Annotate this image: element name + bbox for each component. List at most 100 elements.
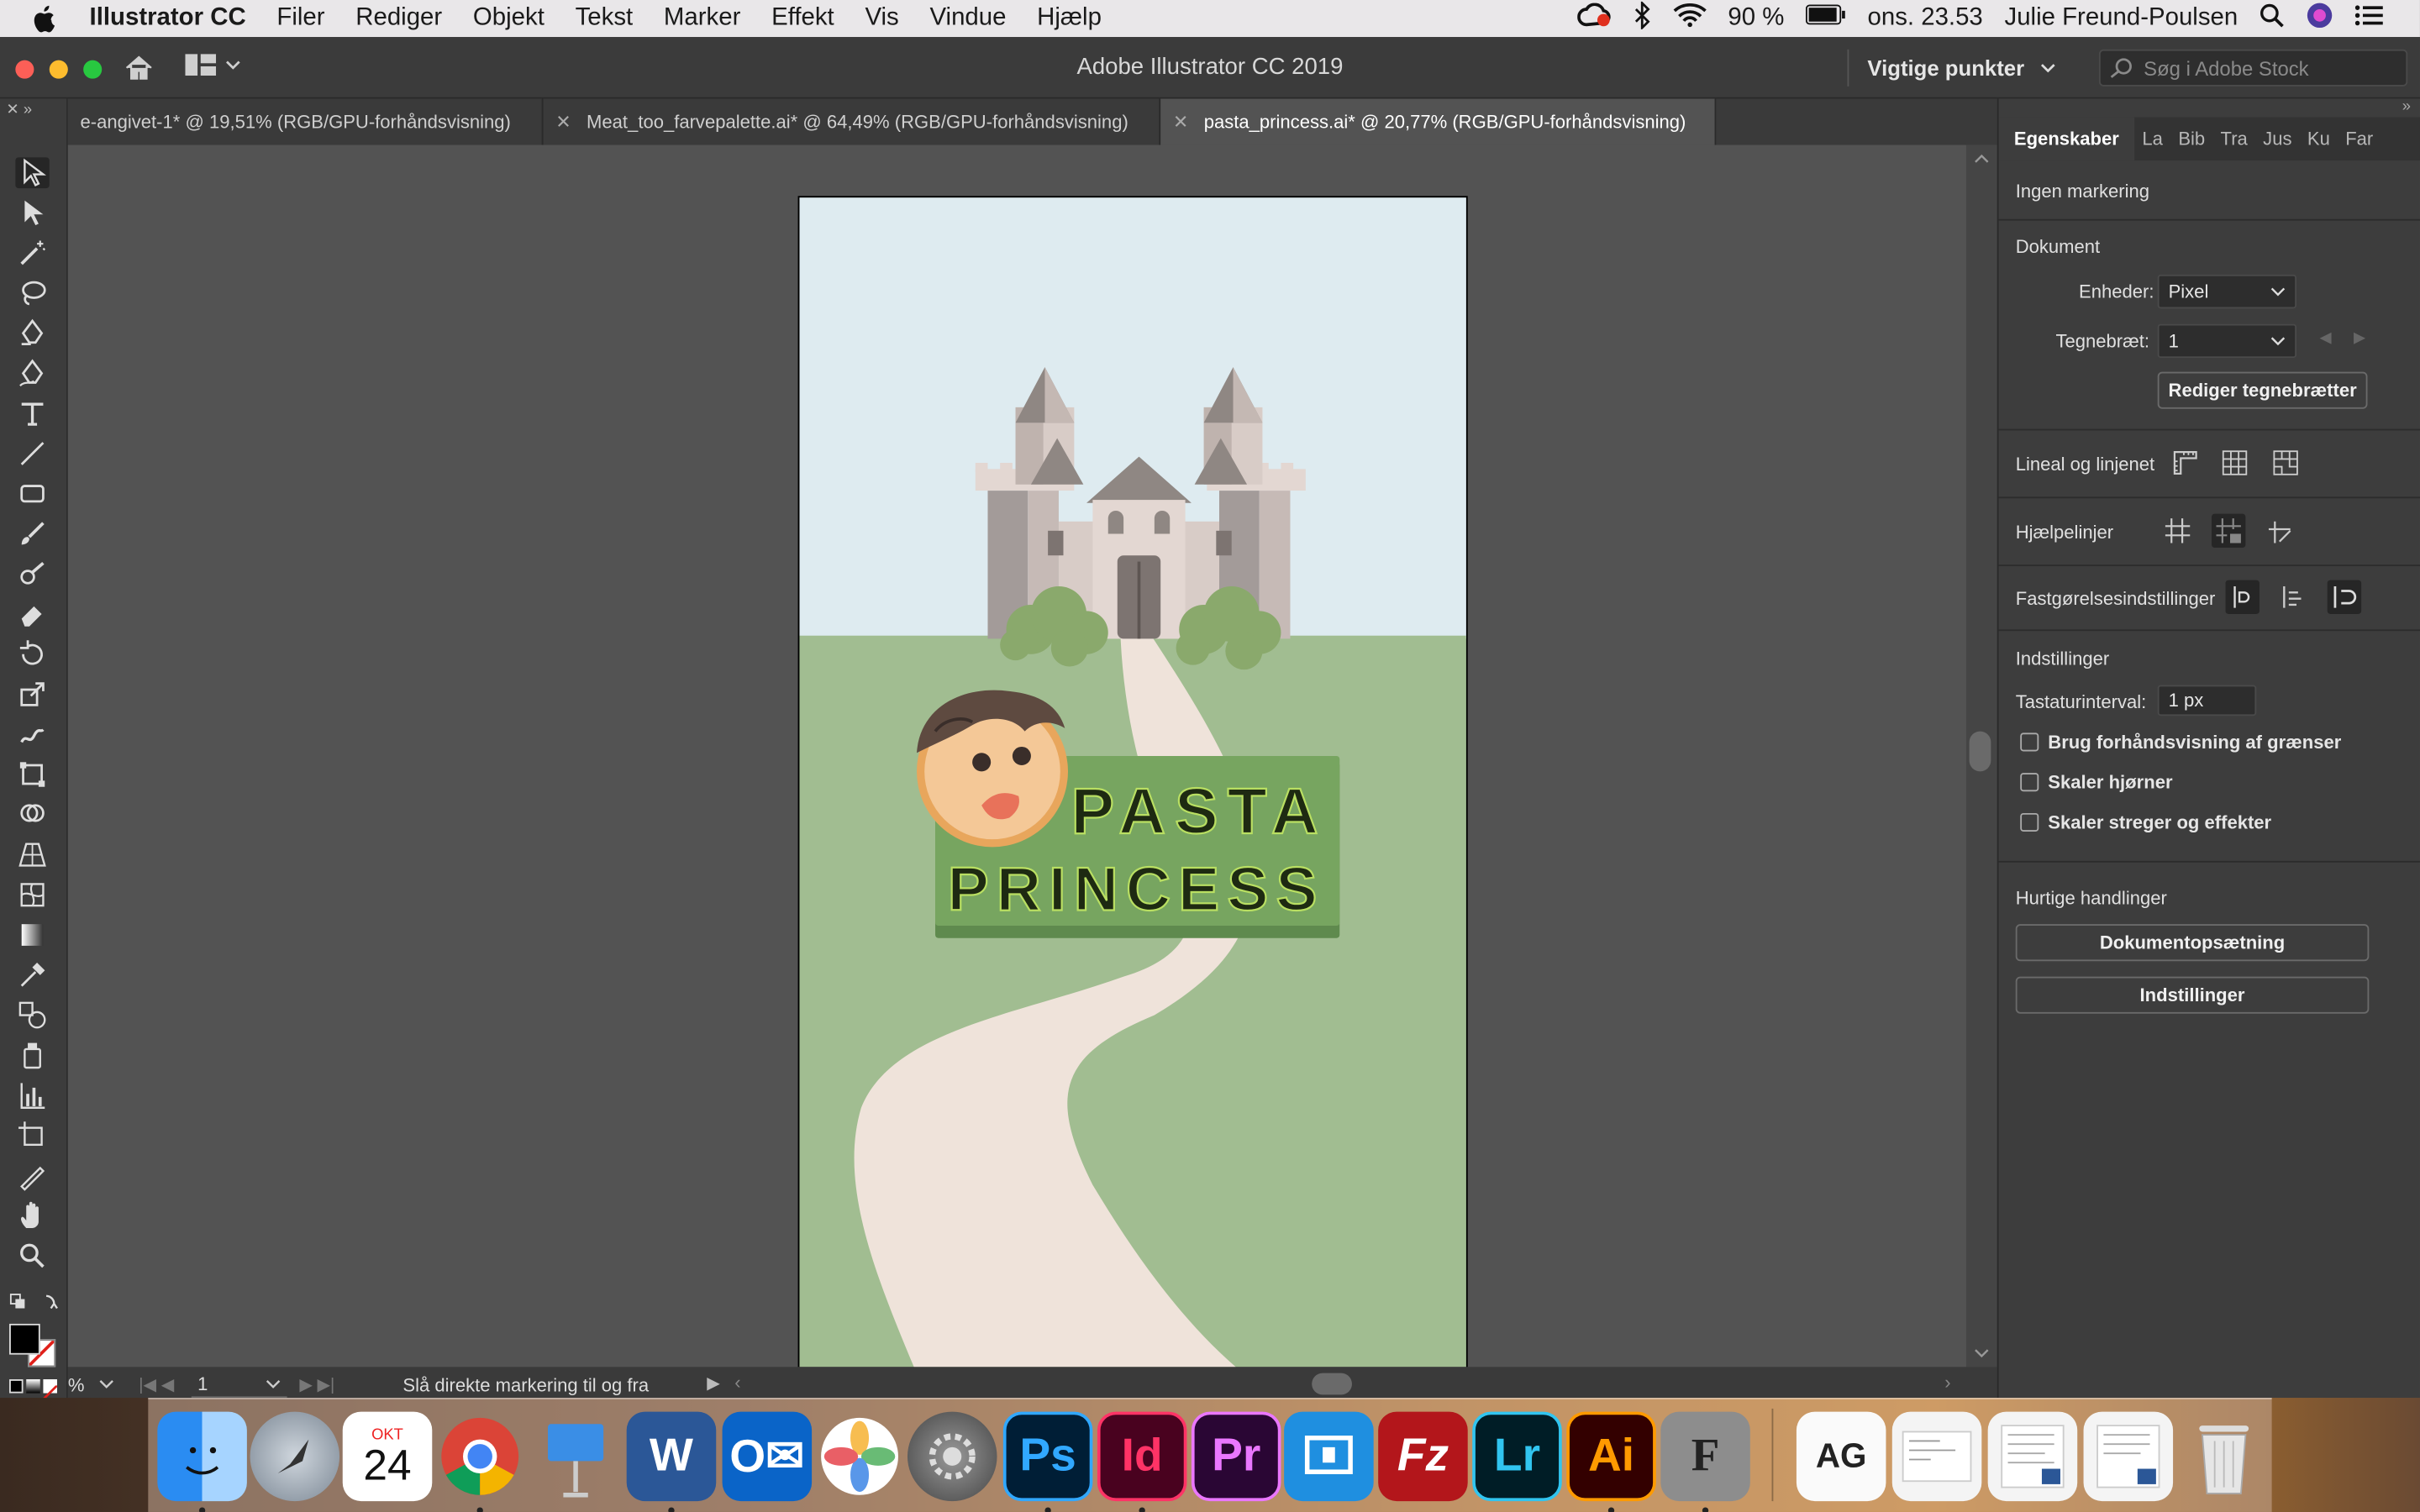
siri-icon[interactable] bbox=[2306, 1, 2333, 36]
type-tool-icon[interactable] bbox=[15, 398, 49, 429]
vertical-scroll-thumb[interactable] bbox=[1969, 731, 1991, 772]
tab-pasta-princess[interactable]: ✕ pasta_princess.ai* @ 20,77% (RGB/GPU-f… bbox=[1160, 98, 1717, 145]
color-mode-icons[interactable] bbox=[9, 1379, 59, 1400]
menu-hjaelp[interactable]: Hjælp bbox=[1037, 5, 1102, 33]
first-artboard-icon[interactable]: |◀ ◀ bbox=[139, 1374, 174, 1394]
close-tab-icon[interactable]: ✕ bbox=[1173, 111, 1188, 133]
shaper-tool-icon[interactable] bbox=[15, 559, 49, 590]
photos-icon[interactable] bbox=[815, 1412, 905, 1502]
mesh-tool-icon[interactable] bbox=[15, 879, 49, 911]
lasso-tool-icon[interactable] bbox=[15, 278, 49, 309]
collapse-panel-icon[interactable]: ✕ » bbox=[6, 102, 32, 118]
warp-tool-icon[interactable] bbox=[15, 719, 49, 750]
gradient-tool-icon[interactable] bbox=[15, 920, 49, 951]
outlook-icon[interactable]: O✉ bbox=[722, 1411, 813, 1502]
menu-rediger[interactable]: Rediger bbox=[355, 5, 442, 33]
tab-lag[interactable]: La bbox=[2134, 128, 2170, 150]
snap-to-pixel-icon[interactable] bbox=[2276, 580, 2310, 614]
rotate-tool-icon[interactable] bbox=[15, 638, 49, 669]
pen-tool-icon[interactable] bbox=[15, 318, 49, 349]
illustrator-icon[interactable]: Ai bbox=[1566, 1411, 1656, 1502]
menu-objekt[interactable]: Objekt bbox=[473, 5, 544, 33]
app-menu[interactable]: Illustrator CC bbox=[90, 5, 246, 33]
preferences-button[interactable]: Indstillinger bbox=[2015, 976, 2370, 1014]
collapse-panel-icon[interactable]: » bbox=[2402, 99, 2411, 116]
artboard[interactable]: PASTA PRINCESS bbox=[797, 196, 1468, 1368]
scroll-down-icon[interactable] bbox=[1966, 1342, 1997, 1364]
curvature-tool-icon[interactable] bbox=[15, 358, 49, 389]
launchpad-icon[interactable] bbox=[250, 1411, 340, 1502]
tab-farve[interactable]: Far bbox=[2338, 128, 2381, 150]
tab-meat-too-farvepalette[interactable]: ✕ Meat_too_farvepalette.ai* @ 64,49% (RG… bbox=[544, 98, 1161, 145]
creative-cloud-icon[interactable] bbox=[1576, 2, 1610, 35]
artboard-navigation-field[interactable]: 1 bbox=[191, 1370, 287, 1399]
selection-tool-icon[interactable] bbox=[15, 157, 50, 189]
use-preview-bounds-checkbox[interactable] bbox=[2020, 732, 2039, 752]
eraser-tool-icon[interactable] bbox=[15, 599, 49, 630]
lightroom-icon[interactable]: Lr bbox=[1472, 1411, 1562, 1502]
hand-tool-icon[interactable] bbox=[15, 1200, 49, 1231]
menu-vindue[interactable]: Vindue bbox=[929, 5, 1006, 33]
magic-wand-tool-icon[interactable] bbox=[15, 238, 49, 269]
status-menu-icon[interactable]: ▶ bbox=[707, 1373, 720, 1393]
symbol-sprayer-tool-icon[interactable] bbox=[15, 1040, 49, 1071]
filezilla-icon[interactable]: Fz bbox=[1378, 1411, 1468, 1502]
menu-vis[interactable]: Vis bbox=[865, 5, 898, 33]
keynote-icon[interactable] bbox=[531, 1412, 621, 1502]
direct-selection-tool-icon[interactable] bbox=[15, 197, 49, 228]
paintbrush-tool-icon[interactable] bbox=[15, 518, 49, 549]
scroll-right-icon[interactable]: › bbox=[1944, 1372, 1950, 1394]
eyedropper-tool-icon[interactable] bbox=[15, 959, 49, 990]
artboard-dropdown[interactable]: 1 bbox=[2157, 323, 2297, 359]
line-segment-tool-icon[interactable] bbox=[15, 438, 49, 470]
wifi-icon[interactable] bbox=[1672, 3, 1707, 35]
photoshop-icon[interactable]: Ps bbox=[1002, 1411, 1093, 1502]
artboard-tool-icon[interactable] bbox=[15, 1120, 49, 1151]
units-dropdown[interactable]: Pixel bbox=[2157, 274, 2297, 309]
tab-transformer[interactable]: Tra bbox=[2212, 128, 2255, 150]
tab-kurver[interactable]: Ku bbox=[2300, 128, 2338, 150]
slice-tool-icon[interactable] bbox=[15, 1160, 49, 1191]
calendar-icon[interactable]: OKT 24 bbox=[342, 1411, 433, 1502]
edit-artboards-button[interactable]: Rediger tegnebrætter bbox=[2157, 371, 2368, 409]
scroll-up-icon[interactable] bbox=[1966, 148, 1997, 170]
free-transform-tool-icon[interactable] bbox=[15, 759, 49, 790]
chrome-icon[interactable] bbox=[435, 1412, 525, 1502]
swap-fill-stroke-icon[interactable] bbox=[6, 1289, 61, 1317]
blend-tool-icon[interactable] bbox=[15, 1000, 49, 1031]
premiere-icon[interactable]: Pr bbox=[1191, 1411, 1281, 1502]
menubar-clock[interactable]: ons. 23.53 bbox=[1868, 5, 1983, 33]
scale-tool-icon[interactable] bbox=[15, 679, 49, 710]
document-thumbnail-icon[interactable] bbox=[1891, 1411, 1982, 1502]
snap-to-grid-icon[interactable] bbox=[2327, 580, 2362, 615]
lock-guides-icon[interactable] bbox=[2211, 513, 2246, 549]
grid-icon[interactable] bbox=[2217, 446, 2251, 480]
last-artboard-icon[interactable]: ▶ ▶| bbox=[299, 1374, 334, 1394]
menu-marker[interactable]: Marker bbox=[664, 5, 740, 33]
rectangle-tool-icon[interactable] bbox=[15, 478, 49, 509]
column-graph-tool-icon[interactable] bbox=[15, 1080, 49, 1111]
transparency-grid-icon[interactable] bbox=[2269, 446, 2302, 480]
shape-builder-tool-icon[interactable] bbox=[15, 799, 49, 830]
trash-icon[interactable] bbox=[2179, 1412, 2269, 1502]
next-artboard-icon[interactable]: ▶ bbox=[2354, 330, 2365, 347]
fill-stroke-swatch[interactable] bbox=[9, 1323, 61, 1370]
font-book-icon[interactable]: F bbox=[1660, 1411, 1750, 1502]
tab-egenskaber[interactable]: Egenskaber bbox=[1998, 117, 2135, 161]
menubar-user[interactable]: Julie Freund-Poulsen bbox=[2005, 5, 2238, 33]
tab-untitled-1[interactable]: e-angivet-1* @ 19,51% (RGB/GPU-forhåndsv… bbox=[68, 98, 544, 145]
horizontal-scroll-thumb[interactable] bbox=[1312, 1373, 1352, 1395]
screen-sharing-icon[interactable] bbox=[1284, 1411, 1374, 1502]
smart-guides-icon[interactable] bbox=[2263, 514, 2296, 548]
word-icon[interactable]: W bbox=[626, 1411, 717, 1502]
workspace-switcher[interactable]: Vigtige punkter bbox=[1847, 49, 2076, 87]
zoom-dropdown-icon[interactable] bbox=[99, 1379, 114, 1389]
spotlight-icon[interactable] bbox=[2260, 3, 2284, 35]
keyboard-increment-input[interactable]: 1 px bbox=[2157, 685, 2257, 717]
finder-icon[interactable] bbox=[157, 1411, 247, 1502]
menu-filer[interactable]: Filer bbox=[276, 5, 324, 33]
bluetooth-icon[interactable] bbox=[1632, 0, 1650, 36]
battery-icon[interactable] bbox=[1806, 4, 1846, 33]
close-tab-icon[interactable]: ✕ bbox=[555, 111, 571, 133]
previous-artboard-icon[interactable]: ◀ bbox=[2320, 330, 2332, 347]
